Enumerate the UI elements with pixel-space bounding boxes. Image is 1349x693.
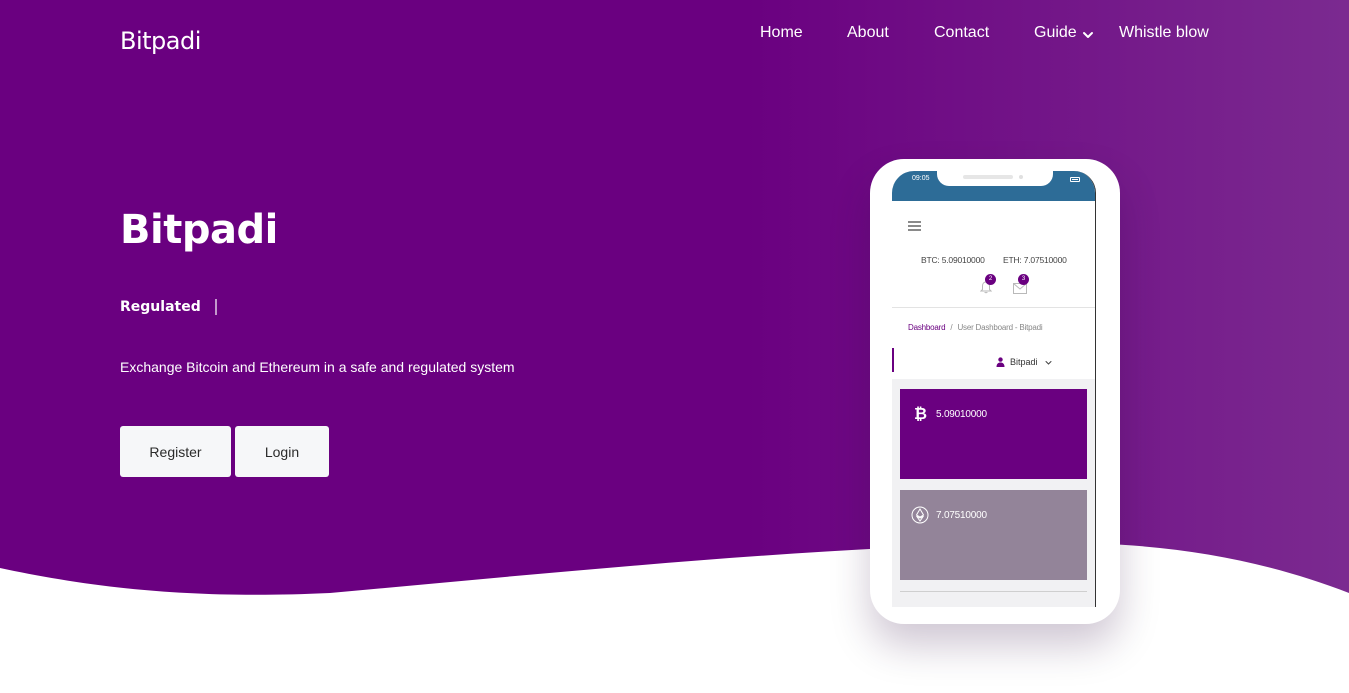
hamburger-menu-icon xyxy=(908,221,921,231)
hero-section: Bitpadi Home About Contact Guide Whistle… xyxy=(0,0,1349,693)
phone-screen: 09:05 BTC: 5.09010000 ETH: 7.07510000 2 xyxy=(892,171,1096,607)
ethereum-icon xyxy=(911,506,929,524)
message-badge: 3 xyxy=(1018,274,1029,285)
chevron-down-icon xyxy=(1082,32,1093,38)
user-name: Bitpadi xyxy=(1010,357,1038,367)
hero-description: Exchange Bitcoin and Ethereum in a safe … xyxy=(120,359,515,375)
user-icon xyxy=(996,357,1005,367)
register-button[interactable]: Register xyxy=(120,426,231,477)
sidebar-accent xyxy=(892,348,894,372)
nav-about-link[interactable]: About xyxy=(847,24,889,42)
nav-home-link[interactable]: Home xyxy=(760,24,803,42)
status-time: 09:05 xyxy=(912,175,930,182)
eth-wallet-card[interactable]: 7.07510000 xyxy=(900,490,1087,580)
nav-guide-label: Guide xyxy=(1034,24,1077,41)
breadcrumb-separator: / xyxy=(950,323,953,332)
svg-text:₿: ₿ xyxy=(914,404,927,422)
navbar: Bitpadi Home About Contact Guide Whistle… xyxy=(0,0,1349,86)
btc-wallet-card[interactable]: ₿ 5.09010000 xyxy=(900,389,1087,479)
breadcrumb: Dashboard / User Dashboard - Bitpadi xyxy=(908,323,1043,332)
nav-contact-link[interactable]: Contact xyxy=(934,24,989,42)
header-divider xyxy=(892,307,1095,308)
eth-balance: ETH: 7.07510000 xyxy=(1003,255,1067,265)
btc-balance: BTC: 5.09010000 xyxy=(921,255,985,265)
site-logo[interactable]: Bitpadi xyxy=(120,27,201,55)
login-button[interactable]: Login xyxy=(235,426,329,477)
nav-guide-dropdown[interactable]: Guide xyxy=(1034,24,1095,42)
bitcoin-icon: ₿ xyxy=(914,404,927,422)
btc-wallet-value: 5.09010000 xyxy=(936,409,987,420)
hero-tagline: Regulated xyxy=(120,299,217,315)
breadcrumb-dashboard-link[interactable]: Dashboard xyxy=(908,323,946,332)
chevron-down-icon xyxy=(1045,360,1052,365)
battery-icon xyxy=(1070,177,1080,182)
user-menu[interactable]: Bitpadi xyxy=(996,357,1053,367)
speaker-grille xyxy=(963,175,1013,179)
hero-title: Bitpadi xyxy=(120,207,278,253)
camera-dot xyxy=(1019,175,1023,179)
tagline-text: Regulated xyxy=(120,299,201,315)
notification-badge: 2 xyxy=(985,274,996,285)
typing-cursor xyxy=(214,299,217,315)
phone-notch xyxy=(937,171,1053,186)
cards-bottom-divider xyxy=(900,591,1087,592)
breadcrumb-current: User Dashboard - Bitpadi xyxy=(957,323,1043,332)
eth-wallet-value: 7.07510000 xyxy=(936,510,987,521)
hero-background xyxy=(0,0,1349,595)
nav-whistle-blow-link[interactable]: Whistle blow xyxy=(1119,24,1209,42)
phone-mockup: 09:05 BTC: 5.09010000 ETH: 7.07510000 2 xyxy=(870,159,1120,624)
